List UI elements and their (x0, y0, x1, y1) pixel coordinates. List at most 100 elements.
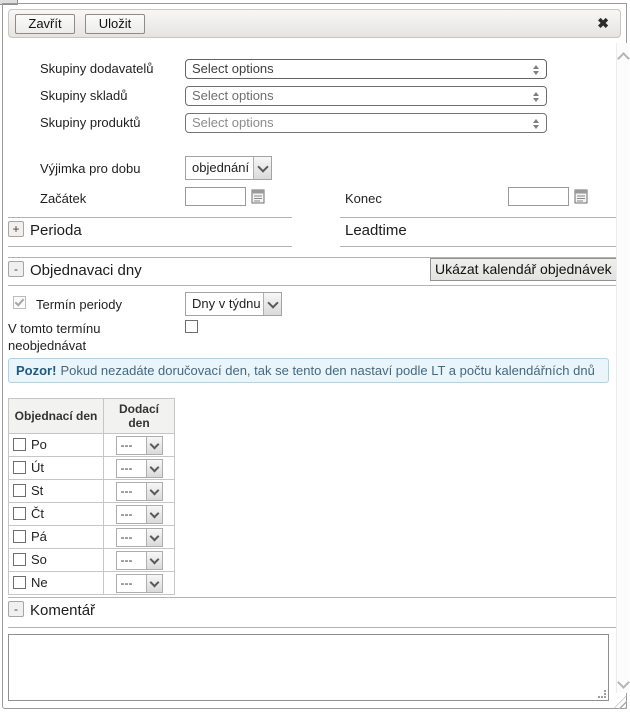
order-day-cell: Ne (9, 572, 104, 595)
supplier-groups-label: Skupiny dodavatelů (40, 61, 153, 76)
warehouse-groups-label: Skupiny skladů (40, 88, 127, 103)
divider (340, 246, 617, 247)
no-order-label: V tomto termínu neobjednávat (8, 320, 128, 354)
leadtime-section-title: Leadtime (345, 222, 407, 239)
delivery-day-cell: --- (104, 526, 175, 549)
toolbar: Zavřít Uložit ✖ (8, 9, 621, 38)
calendar-icon[interactable] (574, 188, 589, 204)
delivery-day-value: --- (117, 483, 146, 500)
order-day-checkbox[interactable] (13, 507, 26, 520)
delivery-day-value: --- (117, 460, 146, 477)
delivery-day-select[interactable]: --- (116, 574, 163, 593)
supplier-groups-select[interactable]: Select options (185, 59, 547, 79)
supplier-groups-value: Select options (192, 61, 274, 76)
no-order-checkbox[interactable] (185, 320, 198, 333)
table-row: Po --- (9, 434, 175, 457)
product-groups-label: Skupiny produktů (40, 115, 140, 130)
end-date-input[interactable] (508, 187, 569, 206)
delivery-day-cell: --- (104, 503, 175, 526)
show-order-calendar-button[interactable]: Ukázat kalendář objednávek (430, 258, 617, 281)
order-day-checkbox[interactable] (13, 438, 26, 451)
close-button[interactable]: Zavřít (15, 14, 75, 34)
delivery-day-cell: --- (104, 434, 175, 457)
close-icon[interactable]: ✖ (597, 15, 609, 32)
warning-strong: Pozor! (16, 363, 56, 378)
period-term-label: Termín periody (36, 297, 122, 312)
delivery-day-select[interactable]: --- (116, 505, 163, 524)
days-table-body: Po---Út---St---Čt---Pá---So---Ne--- (9, 434, 175, 595)
delivery-day-value: --- (117, 575, 146, 592)
delivery-day-select[interactable]: --- (116, 436, 163, 455)
comment-textarea[interactable] (8, 634, 609, 701)
warning-text: Pokud nezadáte doručovací den, tak se te… (60, 363, 594, 378)
table-row: Út--- (9, 457, 175, 480)
background-fragment (0, 0, 18, 5)
order-day-label: St (31, 483, 43, 498)
divider (8, 597, 617, 598)
delivery-day-cell: --- (104, 480, 175, 503)
chevron-down-icon (146, 575, 162, 592)
period-term-value: Dny v týdnu (186, 293, 263, 315)
order-day-checkbox[interactable] (13, 484, 26, 497)
table-row: St --- (9, 480, 175, 503)
order-day-cell: Pá (9, 526, 104, 549)
product-groups-value: Select options (192, 115, 274, 130)
start-date-input[interactable] (185, 187, 246, 206)
warehouse-groups-select[interactable]: Select options (185, 86, 547, 106)
delivery-day-header: Dodací den (104, 399, 175, 434)
order-day-cell: Čt (9, 503, 104, 526)
order-day-label: Pá (31, 529, 47, 544)
exception-type-label: Výjimka pro dobu (40, 161, 140, 176)
start-date-label: Začátek (40, 191, 86, 206)
order-day-label: Čt (31, 506, 44, 521)
textarea-resize-grip-icon[interactable] (598, 690, 600, 692)
warehouse-groups-value: Select options (192, 88, 274, 103)
dialog-border (2, 3, 627, 709)
chevron-down-icon (146, 483, 162, 500)
delivery-day-cell: --- (104, 572, 175, 595)
divider (8, 217, 292, 218)
updown-arrow-icon (533, 119, 539, 129)
delivery-day-value: --- (117, 506, 146, 523)
table-row: Čt --- (9, 503, 175, 526)
ordering-days-section-title: Objednavaci dny (30, 262, 142, 279)
ordering-days-collapse-button[interactable]: - (8, 261, 24, 277)
scrollbar-track[interactable] (616, 43, 629, 693)
warning-box: Pozor! Pokud nezadáte doručovací den, tak… (8, 358, 609, 383)
calendar-icon[interactable] (251, 188, 266, 204)
delivery-day-select[interactable]: --- (116, 528, 163, 547)
chevron-down-icon (253, 157, 271, 179)
order-day-label: Ne (31, 575, 48, 590)
updown-arrow-icon (533, 92, 539, 102)
period-term-select[interactable]: Dny v týdnu (185, 292, 282, 316)
delivery-day-value: --- (117, 552, 146, 569)
delivery-day-select[interactable]: --- (116, 551, 163, 570)
exception-type-select[interactable]: objednání (185, 156, 272, 180)
perioda-expand-button[interactable]: + (8, 221, 24, 237)
end-date-label: Konec (345, 191, 382, 206)
save-button[interactable]: Uložit (85, 14, 145, 34)
comment-collapse-button[interactable]: - (8, 601, 24, 617)
dialog-window: Zavřít Uložit ✖ Skupiny dodavatelů Selec… (0, 0, 630, 712)
chevron-down-icon (146, 460, 162, 477)
chevron-down-icon (146, 552, 162, 569)
table-row: Pá --- (9, 526, 175, 549)
order-day-checkbox[interactable] (13, 576, 26, 589)
divider (8, 285, 617, 286)
period-term-checkbox[interactable] (13, 296, 26, 309)
order-day-checkbox[interactable] (13, 530, 26, 543)
divider (8, 627, 617, 628)
order-day-cell: So (9, 549, 104, 572)
dialog-resize-handle[interactable] (613, 695, 627, 709)
delivery-day-select[interactable]: --- (116, 482, 163, 501)
order-day-checkbox[interactable] (13, 461, 26, 474)
delivery-day-cell: --- (104, 549, 175, 572)
product-groups-select[interactable]: Select options (185, 113, 547, 133)
order-day-header: Objednací den (9, 399, 104, 434)
delivery-day-value: --- (117, 437, 146, 454)
order-day-checkbox[interactable] (13, 553, 26, 566)
perioda-section-title: Perioda (30, 222, 82, 239)
delivery-day-select[interactable]: --- (116, 459, 163, 478)
order-day-cell: St (9, 480, 104, 503)
order-day-cell: Po (9, 434, 104, 457)
